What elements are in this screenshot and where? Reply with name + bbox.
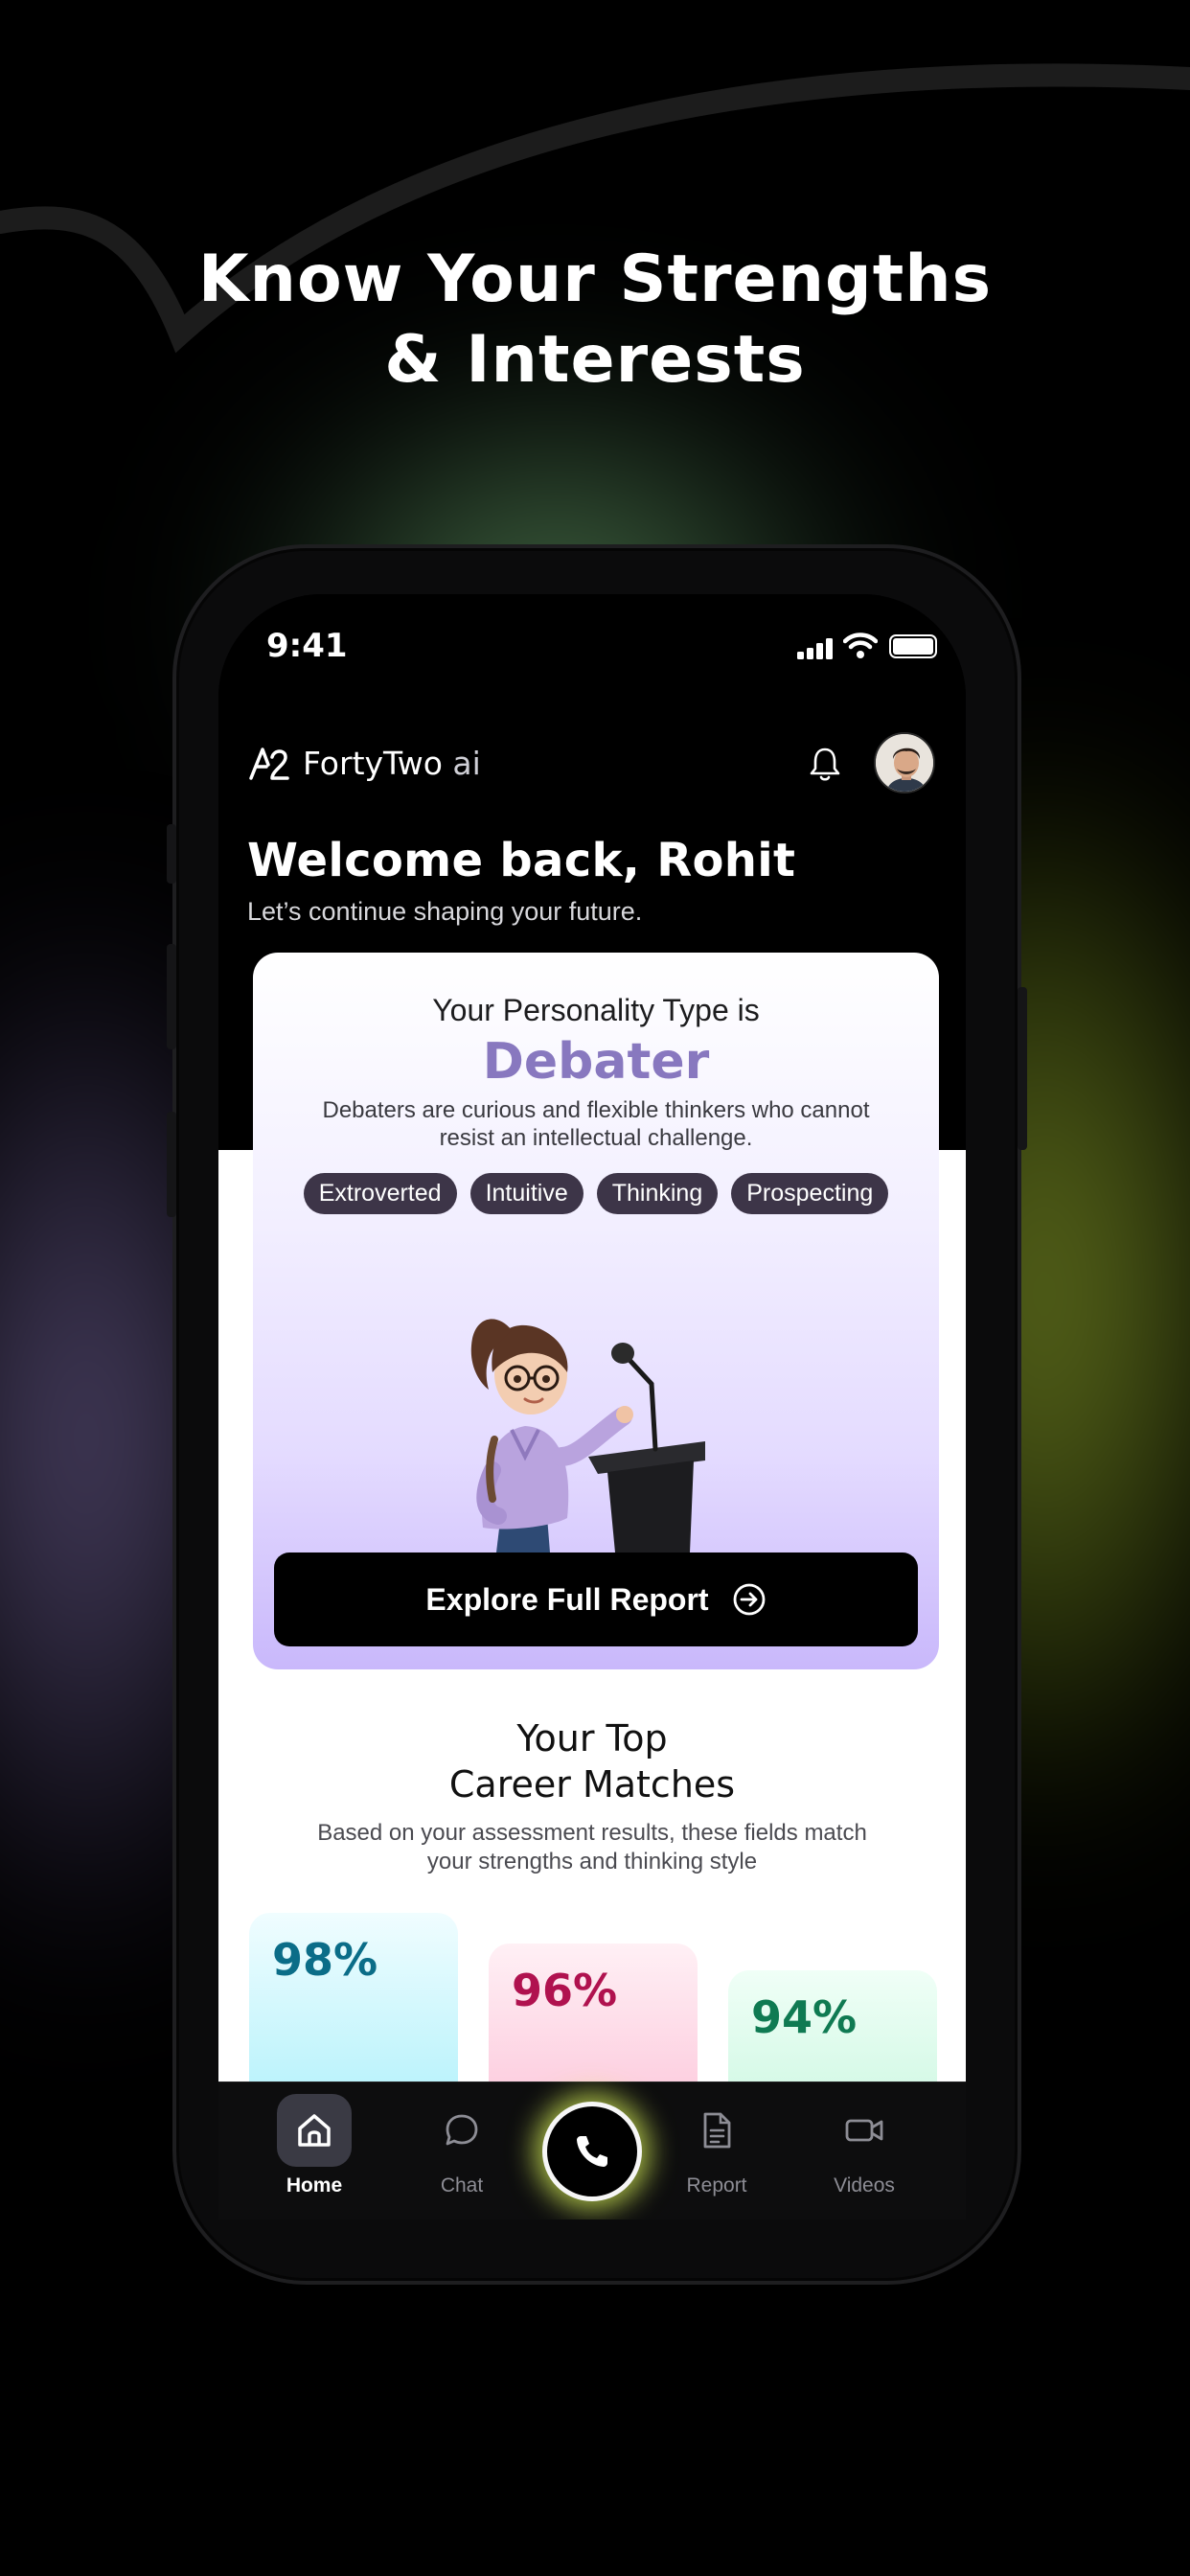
- personality-type: Debater: [482, 1033, 710, 1091]
- app-header: FortyTwo ai: [218, 700, 966, 824]
- arrow-circle-right-icon: [733, 1583, 765, 1616]
- bell-icon[interactable]: [809, 746, 841, 782]
- document-icon: [679, 2094, 754, 2167]
- fortytwo-logo-icon: [249, 748, 289, 780]
- trait-tag: Intuitive: [469, 1173, 584, 1214]
- personality-heading: Your Personality Type is: [432, 993, 760, 1027]
- home-icon: [277, 2094, 352, 2167]
- nav-item-report[interactable]: Report: [659, 2082, 774, 2220]
- match-percentage: 94%: [751, 1991, 858, 2043]
- trait-tag: Extroverted: [303, 1173, 457, 1214]
- bottom-navigation: Home Chat Report Videos: [218, 2082, 966, 2220]
- career-match-card[interactable]: 98%: [249, 1913, 458, 2104]
- match-percentage: 98%: [272, 1934, 378, 1986]
- marketing-headline: Know Your Strengths & Interests: [0, 240, 1190, 401]
- trait-tags: Extroverted Intuitive Thinking Prospecti…: [253, 1173, 939, 1214]
- chat-icon: [424, 2094, 499, 2167]
- nav-label-chat: Chat: [440, 2174, 484, 2196]
- phone-mute-switch: [167, 824, 176, 884]
- nav-item-videos[interactable]: Videos: [807, 2082, 922, 2220]
- status-bar: 9:41: [218, 594, 966, 700]
- phone-power-button: [1018, 987, 1027, 1150]
- career-matches-subtitle: Based on your assessment results, these …: [317, 1820, 867, 1874]
- cellular-signal-icon: [797, 638, 833, 659]
- phone-volume-down-button: [167, 1112, 176, 1217]
- debater-illustration: [470, 1319, 705, 1552]
- welcome-subtitle: Let’s continue shaping your future.: [247, 897, 643, 926]
- status-time: 9:41: [266, 627, 348, 665]
- brand-logo[interactable]: FortyTwo ai: [247, 744, 481, 782]
- career-matches-title-line-2: Career Matches: [448, 1763, 736, 1806]
- nav-label-report: Report: [686, 2174, 747, 2196]
- video-icon: [827, 2094, 902, 2167]
- match-percentage: 96%: [512, 1965, 618, 2016]
- nav-label-home: Home: [286, 2174, 343, 2196]
- call-button[interactable]: [542, 2102, 642, 2201]
- trait-tag: Prospecting: [731, 1173, 889, 1214]
- brand-name-main: FortyTwo: [303, 744, 443, 782]
- personality-card: Your Personality Type is Debater Debater…: [253, 953, 939, 1669]
- phone-volume-up-button: [167, 944, 176, 1049]
- brand-name-suffix: ai: [452, 744, 481, 782]
- welcome-title: Welcome back, Rohit: [247, 834, 796, 887]
- career-matches-title: Your Top Career Matches: [218, 1715, 966, 1807]
- nav-item-chat[interactable]: Chat: [404, 2082, 519, 2220]
- phone-icon: [577, 2136, 607, 2167]
- avatar-portrait: [876, 734, 933, 792]
- personality-description: Debaters are curious and flexible thinke…: [322, 1097, 870, 1151]
- battery-icon: [889, 634, 937, 658]
- user-avatar[interactable]: [874, 732, 935, 794]
- phone-screen: 9:41 FortyTwo ai Welcome back, Rohit Let…: [218, 594, 966, 2220]
- explore-report-label: Explore Full Report: [425, 1581, 709, 1617]
- nav-label-videos: Videos: [834, 2174, 895, 2196]
- career-matches-title-line-1: Your Top: [516, 1717, 668, 1760]
- headline-line-1: Know Your Strengths: [197, 242, 993, 317]
- explore-report-button[interactable]: Explore Full Report: [274, 1552, 918, 1646]
- welcome-section: Welcome back, Rohit Let’s continue shapi…: [247, 834, 795, 927]
- trait-tag: Thinking: [596, 1173, 719, 1214]
- nav-item-home[interactable]: Home: [257, 2082, 372, 2220]
- wifi-icon: [843, 632, 878, 658]
- brand-name: FortyTwo ai: [303, 745, 481, 782]
- headline-line-2: & Interests: [384, 322, 806, 398]
